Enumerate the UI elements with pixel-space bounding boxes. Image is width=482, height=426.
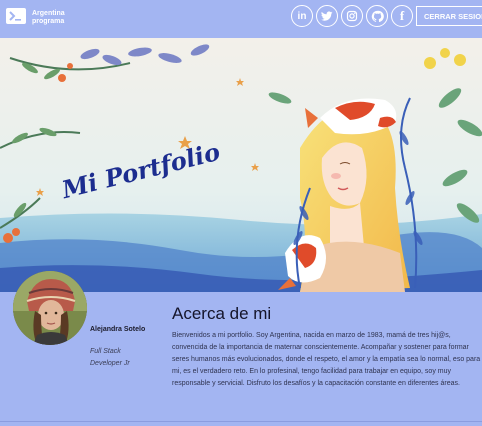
profile-name: Alejandra Sotelo bbox=[90, 326, 146, 333]
terminal-prompt-icon bbox=[9, 11, 21, 21]
role-line-1: Full Stack bbox=[90, 348, 121, 355]
argentina-programa-logo-icon[interactable] bbox=[6, 8, 26, 24]
linkedin-icon[interactable]: in bbox=[291, 5, 313, 27]
profile-photo bbox=[13, 271, 87, 345]
about-text: Bienvenidos a mi portfolio. Soy Argentin… bbox=[172, 332, 481, 387]
top-navbar: Argentina programa in f CERRAR SESION bbox=[0, 0, 482, 38]
banner-illustration bbox=[0, 38, 482, 292]
about-title: Acerca de mi bbox=[172, 304, 272, 323]
brand-line-2: programa bbox=[32, 18, 65, 25]
profile-role: Full Stack Developer Jr bbox=[90, 346, 160, 370]
avatar bbox=[13, 271, 87, 345]
portfolio-banner: Mi Portfolio bbox=[0, 38, 482, 292]
role-line-2: Developer Jr bbox=[90, 360, 130, 367]
instagram-icon[interactable] bbox=[341, 5, 363, 27]
logout-button[interactable]: CERRAR SESION bbox=[416, 6, 482, 26]
facebook-icon[interactable]: f bbox=[391, 5, 413, 27]
section-divider bbox=[0, 421, 482, 422]
twitter-icon[interactable] bbox=[316, 5, 338, 27]
brand-line-1: Argentina bbox=[32, 10, 65, 17]
brand-name: Argentina programa bbox=[32, 10, 65, 26]
github-icon[interactable] bbox=[366, 5, 388, 27]
